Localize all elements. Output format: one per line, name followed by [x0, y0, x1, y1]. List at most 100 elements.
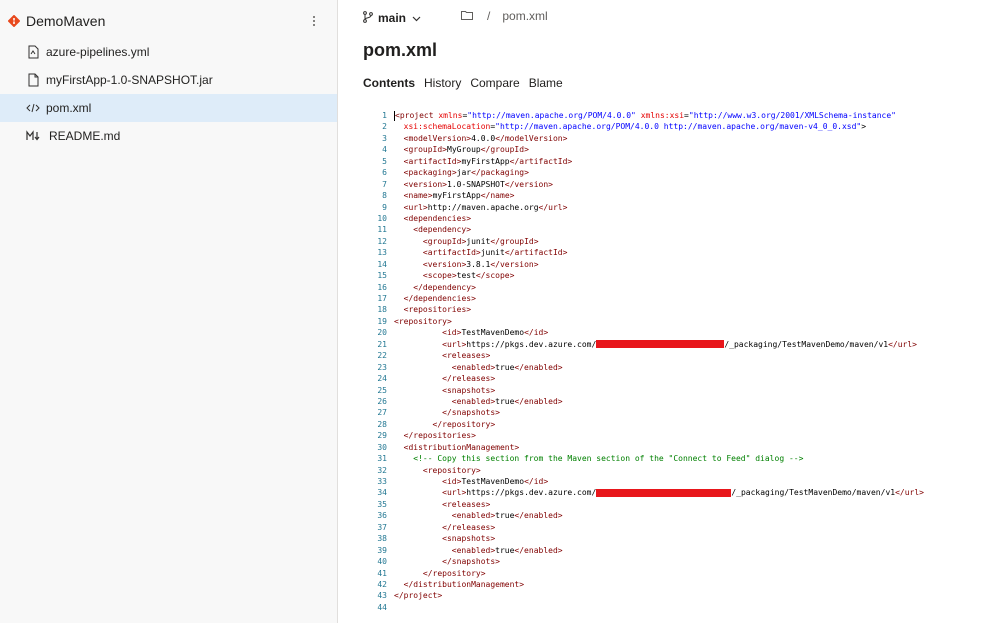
branch-icon: [363, 10, 373, 26]
file-list: azure-pipelines.yml myFirstApp-1.0-SNAPS…: [0, 38, 337, 150]
code-text: <distributionManagement>: [403, 442, 520, 452]
code-text: <name>myFirstApp</name>: [403, 191, 515, 201]
code-line: 14 <version>3.8.1</version>: [363, 259, 999, 270]
code-file-icon: [26, 101, 40, 115]
line-number: 18: [377, 305, 387, 315]
code-text: <repository>: [394, 316, 452, 326]
code-line: 15 <scope>test</scope>: [363, 270, 999, 281]
code-text: <enabled>true</enabled>: [451, 362, 563, 372]
code-text: <snapshots>: [442, 385, 496, 395]
line-number: 41: [377, 568, 387, 578]
file-name: azure-pipelines.yml: [46, 45, 150, 59]
code-text: </releases>: [442, 374, 496, 384]
code-text: </snapshots>: [442, 408, 500, 418]
line-number: 42: [377, 579, 387, 589]
line-number: 17: [377, 294, 387, 303]
line-number: 13: [377, 248, 387, 258]
code-line: 32 <repository>: [363, 465, 999, 476]
more-options-button[interactable]: [308, 12, 320, 30]
code-text: <artifactId>junit</artifactId>: [422, 248, 568, 258]
more-dot: [313, 24, 315, 26]
line-number: 43: [377, 591, 387, 601]
code-text: </repository>: [432, 419, 496, 429]
line-number: 29: [377, 431, 387, 441]
line-number: 35: [377, 499, 387, 509]
markdown-icon: [26, 129, 40, 143]
line-number: 27: [377, 408, 387, 418]
code-line: 43 </project>: [363, 590, 999, 601]
file-tabs: Contents History Compare Blame: [363, 76, 572, 95]
line-number: 14: [377, 259, 387, 269]
code-text: <scope>test</scope>: [422, 271, 515, 281]
line-number: 37: [377, 522, 387, 532]
redacted-block: [596, 340, 725, 349]
tab-blame[interactable]: Blame: [529, 76, 563, 95]
tab-history[interactable]: History: [424, 76, 461, 95]
breadcrumb-file: pom.xml: [502, 9, 548, 23]
code-text: <enabled>true</enabled>: [451, 396, 563, 406]
folder-icon[interactable]: [461, 9, 473, 23]
code-line: 24 </releases>: [363, 373, 999, 384]
code-text: <url>http://maven.apache.org</url>: [403, 202, 568, 212]
line-number: 44: [377, 602, 387, 612]
line-number: 21: [377, 339, 387, 349]
line-number: 39: [377, 545, 387, 555]
code-line: 4 <groupId>MyGroup</groupId>: [363, 144, 999, 155]
code-text: <id>TestMavenDemo</id>: [442, 477, 549, 486]
code-line: 1 <project xmlns="http://maven.apache.org…: [363, 110, 999, 121]
code-text: </repositories>: [403, 431, 476, 441]
code-line: 3 <modelVersion>4.0.0</modelVersion>: [363, 133, 999, 144]
line-number: 31: [377, 454, 387, 464]
line-number: 28: [377, 419, 387, 429]
file-item-readme[interactable]: README.md: [0, 122, 337, 150]
code-text: </distributionManagement>: [403, 579, 525, 589]
code-editor[interactable]: 1 <project xmlns="http://maven.apache.org…: [363, 106, 999, 623]
git-repo-icon: [8, 15, 20, 27]
line-number: 2: [382, 122, 387, 132]
code-line: 22 <releases>: [363, 350, 999, 361]
file-name: README.md: [49, 129, 121, 143]
tab-compare[interactable]: Compare: [470, 76, 519, 95]
branch-selector[interactable]: main: [363, 10, 421, 26]
code-text: <url>https://pkgs.dev.azure.com//_packag…: [442, 488, 924, 498]
code-line: 36 <enabled>true</enabled>: [363, 510, 999, 521]
code-line: 11 <dependency>: [363, 224, 999, 235]
line-number: 36: [377, 511, 387, 521]
file-viewer: main / pom.xml pom.xml Contents History …: [338, 0, 999, 623]
code-text: </repository>: [422, 568, 486, 578]
line-number: 6: [382, 168, 387, 178]
repo-name: DemoMaven: [26, 13, 106, 29]
pipeline-file-icon: [26, 45, 40, 59]
tab-contents[interactable]: Contents: [363, 76, 415, 95]
code-line: 5 <artifactId>myFirstApp</artifactId>: [363, 156, 999, 167]
toolbar: main: [363, 8, 421, 28]
code-text: <releases>: [442, 499, 491, 509]
line-number: 34: [377, 488, 387, 498]
code-line: 29 </repositories>: [363, 430, 999, 441]
code-line: 23 <enabled>true</enabled>: [363, 362, 999, 373]
code-line: 12 <groupId>junit</groupId>: [363, 236, 999, 247]
line-number: 9: [382, 202, 387, 212]
code-text: xsi:schemaLocation="http://maven.apache.…: [403, 122, 867, 132]
file-item-azure-pipelines[interactable]: azure-pipelines.yml: [0, 38, 337, 66]
repo-header[interactable]: DemoMaven: [8, 10, 330, 32]
code-line: 35 <releases>: [363, 499, 999, 510]
code-line: 20 <id>TestMavenDemo</id>: [363, 327, 999, 338]
code-line: 18 <repositories>: [363, 304, 999, 315]
code-text: </snapshots>: [442, 557, 500, 567]
code-text: <version>3.8.1</version>: [422, 259, 539, 269]
code-line: 27 </snapshots>: [363, 407, 999, 418]
line-number: 40: [377, 557, 387, 567]
file-item-jar[interactable]: myFirstApp-1.0-SNAPSHOT.jar: [0, 66, 337, 94]
line-number: 24: [377, 374, 387, 384]
line-number: 7: [382, 179, 387, 189]
line-number: 10: [377, 213, 387, 223]
line-number: 3: [382, 133, 387, 143]
file-item-pom-xml[interactable]: pom.xml: [0, 94, 337, 122]
code-text: <modelVersion>4.0.0</modelVersion>: [403, 133, 568, 143]
code-line: 33 <id>TestMavenDemo</id>: [363, 476, 999, 487]
code-text: <packaging>jar</packaging>: [403, 168, 529, 178]
code-line: 31 <!-- Copy this section from the Maven…: [363, 453, 999, 464]
line-number: 30: [377, 442, 387, 452]
line-number: 11: [377, 225, 387, 235]
